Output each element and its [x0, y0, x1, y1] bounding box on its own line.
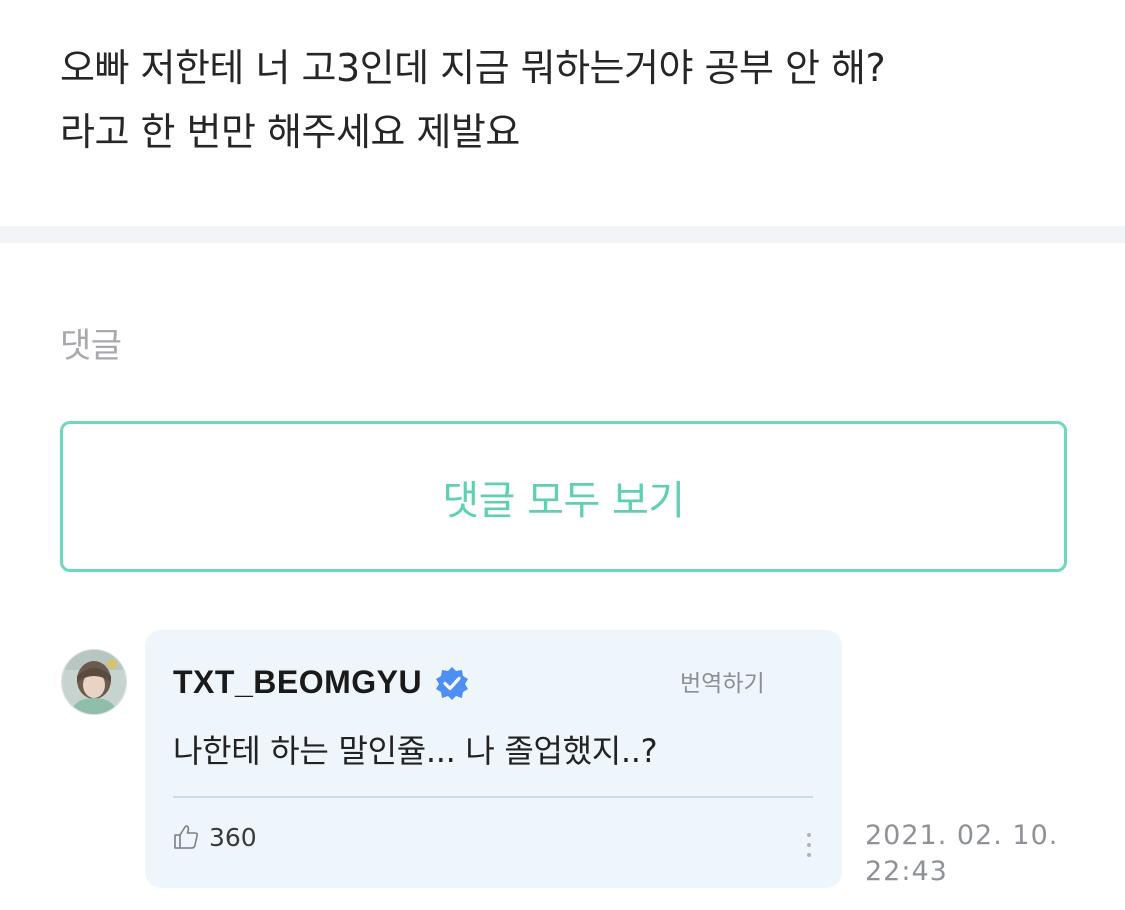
- thumbs-up-icon: [174, 825, 199, 849]
- post-body: 오빠 저한테 너 고3인데 지금 뭐하는거야 공부 안 해? 라고 한 번만 해…: [0, 0, 1125, 226]
- comment-author-name: TXT_BEOMGYU: [173, 664, 423, 700]
- post-text-line-1: 오빠 저한테 너 고3인데 지금 뭐하는거야 공부 안 해?: [60, 46, 886, 90]
- comment-text: 나한테 하는 말인쥴... 나 졸업했지..?: [173, 732, 658, 770]
- post-text-line-2: 라고 한 번만 해주세요 제발요: [60, 110, 520, 154]
- like-button[interactable]: 360: [171, 822, 257, 852]
- comment-time: 22:43: [865, 856, 948, 887]
- more-options-icon[interactable]: [803, 830, 815, 860]
- like-count: 360: [209, 822, 257, 852]
- comment-author[interactable]: TXT_BEOMGYU: [173, 664, 470, 701]
- section-divider: [0, 226, 1125, 243]
- avatar[interactable]: [61, 649, 127, 715]
- comment-timestamp: 2021. 02. 10. 22:43: [865, 818, 1085, 890]
- comment-divider: [173, 796, 813, 798]
- view-all-comments-label: 댓글 모두 보기: [442, 477, 685, 524]
- comments-heading: 댓글: [60, 326, 122, 366]
- verified-badge-icon: [436, 666, 469, 700]
- post-text: 오빠 저한테 너 고3인데 지금 뭐하는거야 공부 안 해? 라고 한 번만 해…: [60, 36, 1080, 164]
- comment-date: 2021. 02. 10.: [865, 820, 1059, 851]
- avatar-image: [62, 650, 126, 714]
- comment-bubble: TXT_BEOMGYU 번역하기 나한테 하는 말인쥴... 나 졸업했지..?…: [145, 630, 842, 888]
- view-all-comments-button[interactable]: 댓글 모두 보기: [60, 421, 1067, 572]
- translate-link[interactable]: 번역하기: [680, 664, 765, 698]
